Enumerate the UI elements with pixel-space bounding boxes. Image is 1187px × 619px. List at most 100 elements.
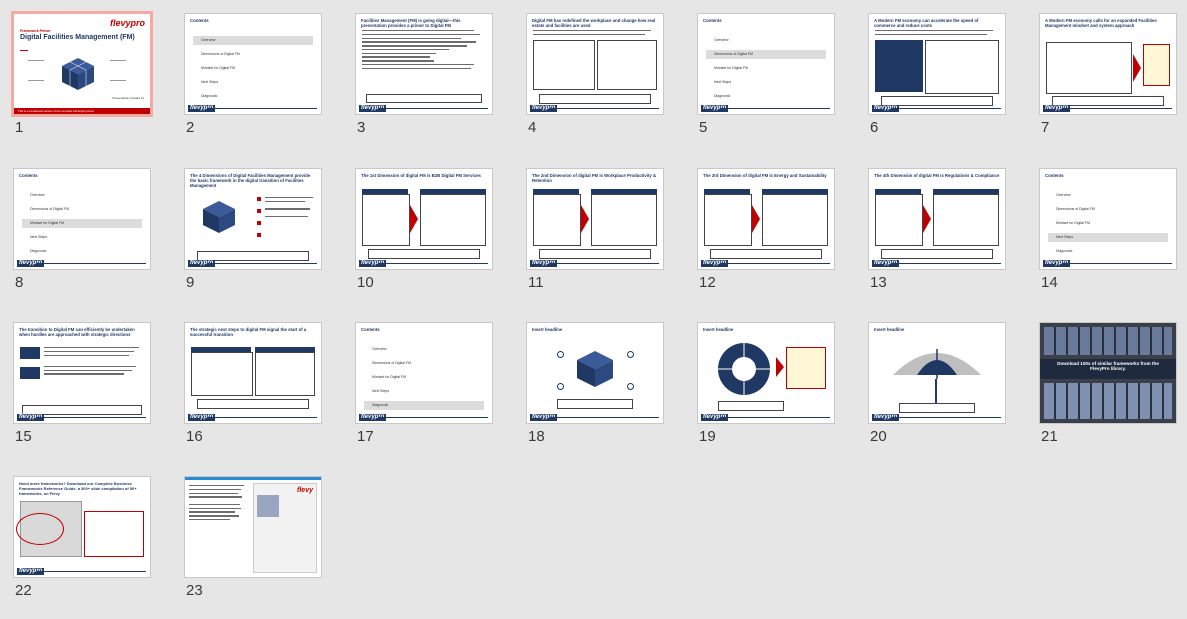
slide-13[interactable]: The 4th Dimension of digital FM is Regul… — [868, 168, 1006, 311]
slide-thumbnail[interactable]: The 4th Dimension of digital FM is Regul… — [868, 168, 1006, 270]
slide-thumbnail[interactable]: A Modern FM economy can accelerate the s… — [868, 13, 1006, 115]
slide-number: 7 — [1041, 119, 1050, 136]
slide-thumbnail[interactable]: A Modern FM economy calls for an expande… — [1039, 13, 1177, 115]
slide-number: 11 — [528, 274, 544, 291]
slide-5[interactable]: Contents Overview Dimensions of Digital … — [697, 13, 835, 156]
toc-item: Mindset for Digital FM — [372, 375, 407, 379]
slide-thumbnail[interactable]: Insert headline flevypro — [697, 322, 835, 424]
title-divider — [20, 50, 28, 51]
right-panel — [597, 40, 657, 90]
slide-thumbnail[interactable]: The transition to Digital FM can efficie… — [13, 322, 151, 424]
slide-21[interactable]: Download 100s of similar frameworks from… — [1039, 322, 1177, 465]
umbrella-diagram-icon — [893, 349, 981, 379]
bullet-icon — [257, 233, 261, 237]
document-image — [257, 495, 279, 517]
slide-title: A Modern FM economy calls for an expande… — [1045, 18, 1157, 28]
slide-16[interactable]: The strategic next steps to digital FM s… — [184, 322, 322, 465]
toc-item: Overview — [372, 347, 387, 351]
slide-thumbnail[interactable]: Insert headline flevypro — [868, 322, 1006, 424]
toc-item: Next Steps — [372, 389, 390, 393]
slide-title: The 2nd Dimension of digital FM is Workp… — [532, 173, 657, 183]
cube-diagram-icon — [62, 58, 94, 90]
slide-thumbnail[interactable]: Contents Overview Dimensions of Digital … — [355, 322, 493, 424]
umbrella-stem — [935, 379, 937, 403]
slide-thumbnail[interactable]: The 2nd Dimension of digital FM is Workp… — [526, 168, 664, 270]
slide-18[interactable]: Insert headline flevypro 18 — [526, 322, 664, 465]
slide-title: Contents — [361, 327, 380, 332]
slide-thumbnail[interactable]: The 1st Dimension of digital FM is B2B D… — [355, 168, 493, 270]
slide-number: 9 — [186, 274, 195, 291]
slide-title: Contents — [1045, 173, 1064, 178]
slide-19[interactable]: Insert headline flevypro 19 — [697, 322, 835, 465]
slide-title: Contents — [190, 18, 209, 23]
highlight-box — [786, 347, 826, 389]
bullet-icon — [257, 221, 261, 225]
slide-number: 10 — [357, 274, 374, 291]
slide-thumbnail[interactable]: The strategic next steps to digital FM s… — [184, 322, 322, 424]
callout-box — [881, 249, 993, 259]
toc-item: Mindset for Digital FM — [201, 66, 236, 70]
caption: Presentation created by — [112, 96, 144, 100]
slide-12[interactable]: The 3rd Dimension of digital FM is Energ… — [697, 168, 835, 311]
slide-7[interactable]: A Modern FM economy calls for an expande… — [1039, 13, 1177, 156]
slide-thumbnail[interactable]: flevypro Framework Primer Digital Facili… — [11, 11, 153, 117]
footer-line — [378, 108, 488, 109]
slide-20[interactable]: Insert headline flevypro 20 — [868, 322, 1006, 465]
arrow-icon — [1133, 54, 1141, 82]
slide-11[interactable]: The 2nd Dimension of digital FM is Workp… — [526, 168, 664, 311]
right-panel — [591, 194, 657, 246]
framework-thumbnails-top — [1044, 327, 1172, 355]
body-text — [44, 347, 144, 377]
slide-6[interactable]: A Modern FM economy can accelerate the s… — [868, 13, 1006, 156]
toc-item: Diagnostic — [714, 94, 731, 98]
slide-22[interactable]: Need more frameworks? Download our Compl… — [13, 476, 151, 619]
slide-number: 15 — [15, 428, 32, 445]
slide-1[interactable]: flevypro Framework Primer Digital Facili… — [11, 11, 153, 156]
callout-box — [899, 403, 975, 413]
slide-thumbnail[interactable]: Digital FM has redefined the workplace a… — [526, 13, 664, 115]
slide-15[interactable]: The transition to Digital FM can efficie… — [13, 322, 151, 465]
left-panel — [704, 194, 752, 246]
slide-thumbnail[interactable]: Contents Overview Dimensions of Digital … — [697, 13, 835, 115]
highlight-ellipse — [16, 513, 64, 545]
cube-diagram-icon — [577, 351, 613, 387]
slide-number: 4 — [528, 119, 537, 136]
slide-thumbnail[interactable]: Facilities Management (FM) is going digi… — [355, 13, 493, 115]
slide-4[interactable]: Digital FM has redefined the workplace a… — [526, 13, 664, 156]
slide-number: 2 — [186, 119, 195, 136]
footer-text: This is a condensed version of the compl… — [18, 109, 95, 113]
slide-thumbnail[interactable]: The 4 Dimensions of Digital Facilities M… — [184, 168, 322, 270]
slide-title: Insert headline — [703, 327, 734, 332]
slide-number: 18 — [528, 428, 545, 445]
slide-thumbnail[interactable]: Download 100s of similar frameworks from… — [1039, 322, 1177, 424]
arrow-icon — [410, 205, 418, 233]
slide-8[interactable]: Contents Overview Dimensions of Digital … — [13, 168, 151, 311]
slide-9[interactable]: The 4 Dimensions of Digital Facilities M… — [184, 168, 322, 311]
slide-2[interactable]: Contents Overview Dimensions of Digital … — [184, 13, 322, 156]
callout-box — [366, 94, 482, 103]
slide-thumbnail[interactable]: Insert headline flevypro — [526, 322, 664, 424]
slide-title: The transition to Digital FM can efficie… — [19, 327, 135, 337]
slide-thumbnail[interactable]: flevy — [184, 476, 322, 578]
callout-box — [710, 249, 822, 259]
toc-item: Dimensions of Digital FM — [372, 361, 411, 365]
slide-thumbnail[interactable]: Contents Overview Dimensions of Digital … — [13, 168, 151, 270]
slide-thumbnail[interactable]: Contents Overview Dimensions of Digital … — [1039, 168, 1177, 270]
slide-23[interactable]: flevy 23 — [184, 476, 322, 619]
slide-3[interactable]: Facilities Management (FM) is going digi… — [355, 13, 493, 156]
footer-line — [36, 417, 146, 418]
slide-14[interactable]: Contents Overview Dimensions of Digital … — [1039, 168, 1177, 311]
body-text — [362, 30, 486, 72]
callout-box — [718, 401, 784, 411]
slide-thumbnail[interactable]: The 3rd Dimension of digital FM is Energ… — [697, 168, 835, 270]
footer-line — [549, 108, 659, 109]
footer-line — [549, 263, 659, 264]
callout-line — [28, 80, 44, 81]
highlight-box — [1143, 44, 1170, 86]
toc-item: Dimensions of Digital FM — [201, 52, 240, 56]
slide-thumbnail[interactable]: Contents Overview Dimensions of Digital … — [184, 13, 322, 115]
slide-17[interactable]: Contents Overview Dimensions of Digital … — [355, 322, 493, 465]
slide-10[interactable]: The 1st Dimension of digital FM is B2B D… — [355, 168, 493, 311]
slide-thumbnail[interactable]: Need more frameworks? Download our Compl… — [13, 476, 151, 578]
flevy-logo: flevy — [297, 487, 313, 494]
